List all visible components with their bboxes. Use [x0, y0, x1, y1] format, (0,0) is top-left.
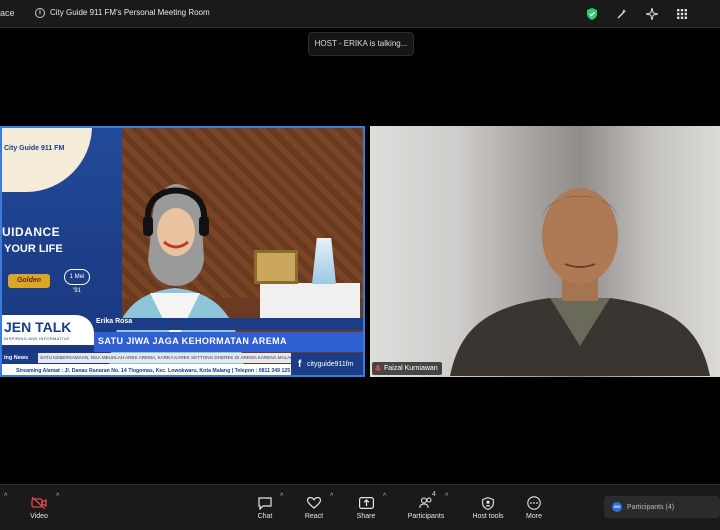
sparkle-icon[interactable]	[644, 6, 660, 22]
zoom-meeting-window: ace i City Guide 911 FM's Personal Meeti…	[0, 0, 720, 530]
audio-options-caret[interactable]: ^	[4, 493, 7, 500]
participant-name-chip: Faizal Kurniawan	[372, 362, 442, 375]
more-icon	[526, 496, 542, 510]
golden-badge: Golden	[8, 274, 50, 288]
streaming-address: Streaming Alamat : Jl. Danau Ranaran No.…	[16, 368, 291, 374]
headline: SATU JIWA JAGA KEHORMATAN AREMA	[98, 336, 287, 346]
more-button[interactable]: More	[523, 485, 545, 530]
shield-icon[interactable]	[584, 6, 600, 22]
participants-label: Participants	[407, 513, 445, 520]
logo-arc	[2, 128, 92, 192]
share-screen-icon	[358, 496, 374, 510]
host-name: Erika Rosa	[96, 318, 133, 325]
show-subtitle: INSPIRING AND INFORMATIVE	[4, 336, 70, 341]
top-bar: ace i City Guide 911 FM's Personal Meeti…	[0, 0, 720, 28]
participant-name: Faizal Kurniawan	[384, 365, 438, 372]
shelf	[260, 283, 360, 323]
info-icon[interactable]: i	[35, 8, 45, 18]
speech-bubble: 1 Mei '91	[64, 269, 90, 294]
video-options-caret[interactable]: ^	[56, 493, 59, 500]
top-icons	[584, 6, 690, 22]
react-button[interactable]: React	[302, 485, 326, 530]
react-label: React	[304, 513, 324, 520]
grid-view-icon[interactable]	[674, 6, 690, 22]
certificate-frame	[254, 250, 298, 284]
chat-options-caret[interactable]: ^	[280, 493, 283, 500]
slogan-line-1: UIDANCE	[2, 225, 61, 239]
facebook-icon: f	[298, 359, 302, 370]
participants-panel-tab[interactable]: zm Participants (4)	[604, 496, 720, 518]
participants-panel-label: Participants (4)	[627, 503, 675, 511]
show-title: JEN TALK	[4, 319, 72, 335]
video-tile-participant[interactable]: Faizal Kurniawan	[370, 126, 720, 377]
mic-muted-icon	[375, 364, 381, 371]
window-label: ace	[0, 8, 15, 18]
video-label: Video	[30, 513, 48, 520]
host-name-bar	[94, 318, 363, 330]
news-ticker: SATU KEBERSAMAAN, NGA MBUHLAH AREK AREMA…	[40, 355, 298, 360]
breaking-news-label: ing News	[2, 353, 38, 363]
heart-icon	[306, 496, 322, 510]
video-off-icon	[31, 496, 47, 510]
host-tools-label: Host tools	[472, 513, 504, 520]
share-button[interactable]: Share	[355, 485, 377, 530]
more-label: More	[526, 513, 542, 520]
host-tools-button[interactable]: Host tools	[472, 485, 504, 530]
participants-icon	[418, 496, 434, 510]
brand-logo: City Guide 911 FM	[4, 145, 65, 152]
chat-icon	[257, 496, 273, 510]
chat-button[interactable]: Chat	[254, 485, 276, 530]
share-options-caret[interactable]: ^	[383, 493, 386, 500]
zoom-logo-icon: zm	[612, 502, 622, 512]
video-tile-host[interactable]: City Guide 911 FM UIDANCE YOUR LIFE Gold…	[0, 126, 365, 377]
share-label: Share	[356, 513, 376, 520]
chat-label: Chat	[257, 513, 273, 520]
video-button[interactable]: Video	[28, 485, 50, 530]
ai-companion-icon[interactable]	[614, 6, 630, 22]
show-title-box: JEN TALK INSPIRING AND INFORMATIVE	[2, 315, 94, 345]
talking-indicator: HOST - ERIKA is talking...	[308, 32, 414, 56]
participant-person	[450, 188, 710, 376]
slogan-line-2: YOUR LIFE	[4, 243, 63, 255]
shield-icon	[480, 496, 496, 510]
participants-count: 4	[432, 491, 436, 498]
facebook-handle: cityguide911fm	[307, 361, 354, 368]
meeting-title: City Guide 911 FM's Personal Meeting Roo…	[50, 8, 210, 17]
participants-button[interactable]: Participants	[407, 485, 445, 530]
react-options-caret[interactable]: ^	[330, 493, 333, 500]
participants-options-caret[interactable]: ^	[445, 493, 448, 500]
